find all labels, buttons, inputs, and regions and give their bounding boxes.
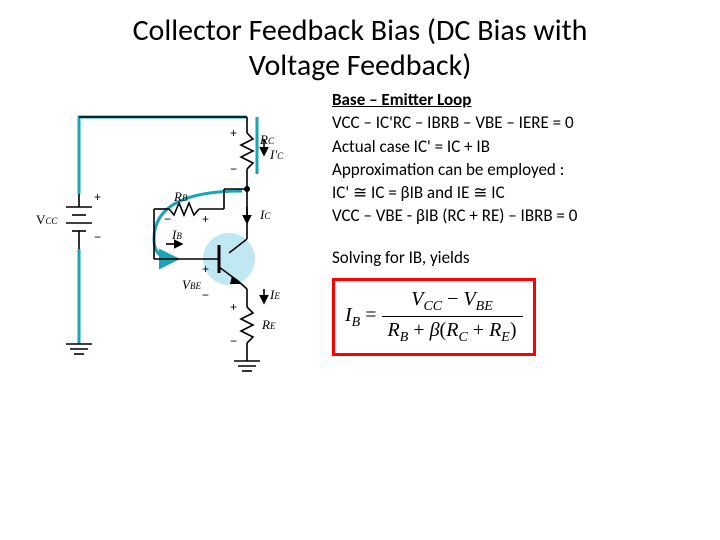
svg-text:RB: RB — [173, 189, 188, 204]
eq-line-2: Actual case IC' = IC + IB — [332, 136, 696, 157]
svg-text:+: + — [202, 262, 209, 276]
title-line-1: Collector Feedback Bias (DC Bias with — [133, 12, 588, 49]
svg-text:−: − — [230, 334, 237, 348]
svg-text:+: + — [230, 126, 237, 140]
svg-text:−: − — [164, 212, 171, 226]
svg-text:VCC: VCC — [36, 212, 58, 227]
formula: IB = VCC − VBE RB + β(RC + RE) — [345, 304, 523, 326]
equation-block: Base – Emitter Loop VCC – IC'RC – IBRB –… — [332, 89, 696, 389]
eq-line-4: IC' ≅ IC = βIB and IE ≅ IC — [332, 182, 696, 203]
svg-text:+: + — [94, 190, 101, 204]
svg-text:IB: IB — [171, 227, 182, 242]
svg-text:VBE: VBE — [182, 277, 201, 292]
eq-line-5: VCC – VBE - βIB (RC + RE) – IBRB = 0 — [332, 205, 696, 226]
svg-text:−: − — [202, 288, 209, 302]
svg-text:+: + — [202, 212, 209, 226]
content-row: VCC + − RC I'C + − RB + − IB IC VBE + − … — [0, 83, 720, 389]
eq-line-1: VCC – IC'RC – IBRB – VBE – IERE = 0 — [332, 112, 696, 133]
solve-line: Solving for IB, yields — [332, 247, 696, 268]
svg-text:+: + — [230, 300, 237, 314]
formula-box: IB = VCC − VBE RB + β(RC + RE) — [332, 278, 536, 356]
svg-text:IE: IE — [269, 287, 280, 302]
eq-line-3: Approximation can be employed : — [332, 159, 696, 180]
svg-text:−: − — [94, 230, 101, 244]
svg-text:RE: RE — [261, 317, 276, 332]
circuit-diagram: VCC + − RC I'C + − RB + − IB IC VBE + − … — [24, 89, 324, 389]
svg-text:IC: IC — [259, 207, 271, 222]
svg-text:I'C: I'C — [269, 147, 284, 162]
slide-title: Collector Feedback Bias (DC Bias with Vo… — [0, 0, 720, 83]
svg-text:−: − — [230, 162, 237, 176]
section-heading: Base – Emitter Loop — [332, 89, 696, 110]
svg-text:RC: RC — [259, 132, 275, 147]
title-line-2: Voltage Feedback) — [249, 47, 472, 84]
